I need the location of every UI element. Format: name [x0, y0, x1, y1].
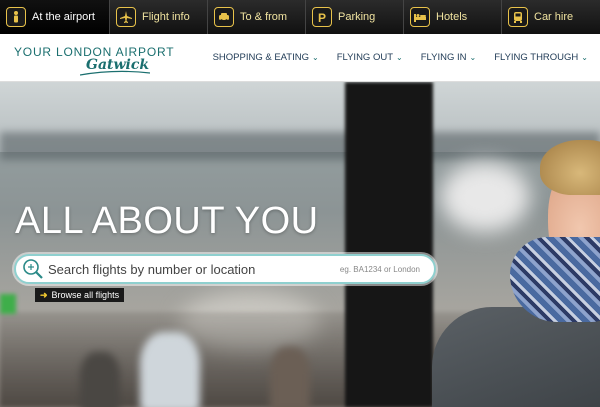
- nav-flying-in[interactable]: FLYING IN ⌄: [421, 52, 476, 63]
- hero-beam: [0, 132, 600, 160]
- airplane-icon: [116, 7, 136, 27]
- top-nav-car-hire[interactable]: Car hire: [502, 0, 600, 34]
- search-input[interactable]: [48, 261, 328, 277]
- top-nav-label: Parking: [338, 11, 376, 23]
- search-icon[interactable]: [22, 258, 44, 280]
- nav-label: FLYING THROUGH: [494, 52, 579, 63]
- nav-label: SHOPPING & EATING: [212, 52, 310, 63]
- hero-banner: ALL ABOUT YOU eg. BA1234 or London ➜ Bro…: [0, 82, 600, 407]
- main-nav: SHOPPING & EATING ⌄ FLYING OUT ⌄ FLYING IN…: [213, 52, 588, 63]
- hero-headline: ALL ABOUT YOU: [15, 200, 319, 242]
- hero-light: [440, 162, 530, 232]
- hero-green-sign: [0, 294, 16, 314]
- top-nav-to-and-from[interactable]: To & from: [208, 0, 306, 34]
- background-person: [140, 332, 200, 407]
- background-person: [80, 352, 120, 407]
- browse-label: Browse all flights: [51, 290, 120, 300]
- person-icon: [6, 7, 26, 27]
- top-nav-parking[interactable]: P Parking: [306, 0, 404, 34]
- nav-label: FLYING IN: [420, 52, 467, 63]
- hero-boy-jacket: [432, 307, 600, 407]
- bed-icon: [410, 7, 430, 27]
- nav-flying-out[interactable]: FLYING OUT ⌄: [337, 52, 403, 63]
- top-utility-bar: At the airport Flight info To & from P P…: [0, 0, 600, 34]
- chevron-down-icon: ⌄: [469, 53, 477, 62]
- top-nav-at-the-airport[interactable]: At the airport: [0, 0, 110, 34]
- chevron-down-icon: ⌄: [396, 53, 403, 62]
- site-header: YOUR LONDON AIRPORT Gatwick SHOPPING & E…: [0, 34, 600, 82]
- svg-text:P: P: [318, 11, 326, 24]
- browse-all-flights-link[interactable]: ➜ Browse all flights: [35, 288, 125, 302]
- flight-search-box[interactable]: eg. BA1234 or London: [14, 254, 436, 284]
- nav-flying-through[interactable]: FLYING THROUGH ⌄: [494, 52, 588, 63]
- top-nav-label: Flight info: [142, 11, 190, 23]
- top-nav-flight-info[interactable]: Flight info: [110, 0, 208, 34]
- chevron-down-icon: ⌄: [312, 53, 319, 62]
- top-nav-hotels[interactable]: Hotels: [404, 0, 502, 34]
- logo-swoosh-icon: [80, 70, 150, 76]
- top-nav-label: To & from: [240, 11, 288, 23]
- top-nav-label: Car hire: [534, 11, 574, 23]
- top-nav-label: At the airport: [32, 11, 95, 23]
- arrow-right-icon: ➜: [40, 289, 48, 300]
- nav-label: FLYING OUT: [336, 52, 394, 63]
- car-icon: [214, 7, 234, 27]
- nav-shopping-eating[interactable]: SHOPPING & EATING ⌄: [213, 52, 319, 63]
- top-nav-label: Hotels: [436, 11, 468, 23]
- parking-icon: P: [312, 7, 332, 27]
- chevron-down-icon: ⌄: [581, 53, 588, 62]
- search-example: eg. BA1234 or London: [339, 264, 420, 274]
- background-person: [270, 347, 310, 407]
- car-hire-icon: [508, 7, 528, 27]
